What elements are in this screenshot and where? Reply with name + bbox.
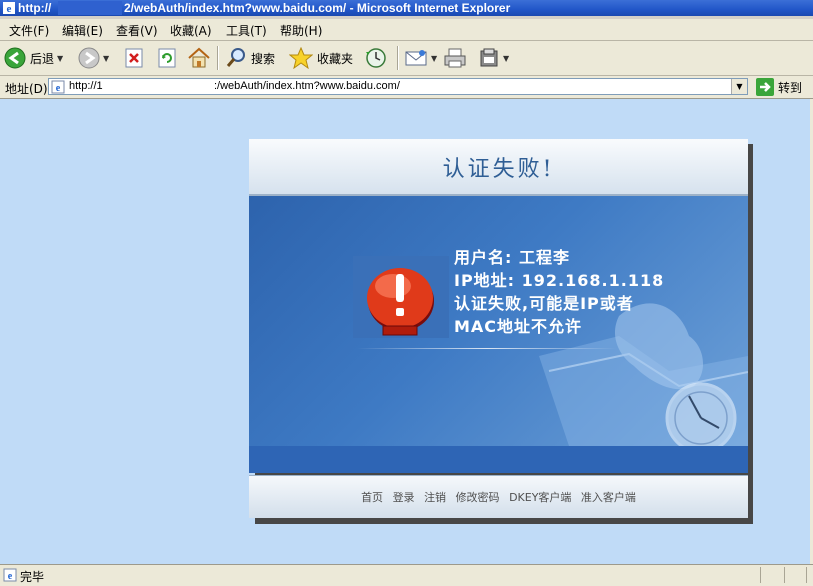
refresh-icon (158, 48, 176, 68)
username-line: 用户名: 工程李 (454, 248, 570, 267)
favorites-label: 收藏夹 (317, 51, 354, 66)
window-title-suffix: 2/webAuth/index.htm?www.baidu.com/ - Mic… (124, 1, 511, 15)
back-button[interactable]: 后退 ▼ (4, 46, 63, 70)
address-url-prefix: http://1 (69, 80, 103, 92)
toolbar: 后退 ▼ ▼ 搜索 收藏夹 ▼ ▼ (0, 41, 813, 76)
svg-text:e: e (56, 83, 61, 94)
favorites-button[interactable]: 收藏夹 (289, 46, 353, 70)
star-icon (289, 47, 313, 69)
link-logout[interactable]: 注销 (424, 491, 446, 504)
status-segment (760, 567, 761, 583)
edit-button[interactable]: ▼ (478, 46, 509, 70)
forward-button[interactable]: ▼ (78, 46, 109, 70)
auth-panel: 认证失败! 用户名: 工程李 IP地址: 192.168.1.118 认证失败,… (249, 139, 748, 519)
address-input[interactable]: e http://1 :/webAuth/index.htm?www.baidu… (48, 78, 748, 95)
mail-icon (405, 50, 427, 66)
panel-title: 认证失败! (442, 157, 555, 182)
status-bar: e 完毕 (0, 564, 813, 586)
panel-header: 认证失败! (249, 139, 748, 196)
link-access-client[interactable]: 准入客户端 (581, 491, 636, 504)
window-title-bar[interactable]: e http:// 2/webAuth/index.htm?www.baidu.… (0, 0, 813, 16)
panel-body: 用户名: 工程李 IP地址: 192.168.1.118 认证失败,可能是IP或… (249, 196, 748, 473)
svg-text:e: e (8, 571, 13, 582)
mail-dropdown-icon[interactable]: ▼ (431, 54, 437, 63)
link-home[interactable]: 首页 (361, 491, 383, 504)
history-button[interactable] (364, 46, 388, 70)
back-dropdown-icon[interactable]: ▼ (57, 54, 63, 63)
footer-links: 首页 登录 注销 修改密码 DKEY客户端 准入客户端 (249, 489, 748, 505)
menu-bar: 文件(F) 编辑(E) 查看(V) 收藏(A) 工具(T) 帮助(H) (0, 19, 813, 41)
panel-footer: 首页 登录 注销 修改密码 DKEY客户端 准入客户端 (249, 475, 748, 518)
status-segment (806, 567, 807, 583)
printer-icon (444, 48, 466, 68)
forward-dropdown-icon[interactable]: ▼ (103, 54, 109, 63)
menu-edit[interactable]: 编辑(E) (62, 22, 103, 39)
window-title-prefix: http:// (18, 1, 52, 15)
back-label: 后退 (30, 51, 55, 66)
stop-icon (125, 48, 143, 68)
edit-dropdown-icon[interactable]: ▼ (503, 54, 509, 63)
error-line-2: MAC地址不允许 (454, 317, 583, 336)
address-dropdown-icon[interactable]: ▼ (731, 79, 747, 94)
status-segment (784, 567, 785, 583)
error-line-1: 认证失败,可能是IP或者 (454, 294, 634, 313)
print-button[interactable] (442, 46, 468, 70)
search-icon (226, 48, 245, 67)
home-icon (188, 47, 210, 68)
menu-help[interactable]: 帮助(H) (280, 22, 322, 39)
menu-view[interactable]: 查看(V) (116, 22, 158, 39)
alert-icon (353, 256, 449, 338)
search-label: 搜索 (251, 51, 276, 66)
menu-favorites[interactable]: 收藏(A) (170, 22, 212, 39)
page-icon: e (51, 80, 65, 94)
page-content: 认证失败! 用户名: 工程李 IP地址: 192.168.1.118 认证失败,… (0, 99, 810, 564)
auth-info: 用户名: 工程李 IP地址: 192.168.1.118 认证失败,可能是IP或… (454, 246, 664, 338)
link-change-password[interactable]: 修改密码 (456, 491, 500, 504)
mail-button[interactable]: ▼ (404, 46, 437, 70)
forward-arrow-icon (78, 47, 100, 69)
home-button[interactable] (187, 46, 211, 70)
history-icon (366, 48, 386, 68)
address-bar: 地址(D) e http://1 :/webAuth/index.htm?www… (0, 76, 813, 99)
link-dkey-client[interactable]: DKEY客户端 (509, 491, 571, 504)
edit-page-icon (480, 48, 498, 67)
toolbar-separator (217, 46, 218, 70)
internet-explorer-icon: e (3, 2, 15, 15)
go-arrow-icon (756, 78, 774, 96)
search-button[interactable]: 搜索 (225, 46, 275, 70)
page-status-icon: e (3, 568, 17, 582)
panel-band (249, 446, 748, 473)
redacted-host (58, 1, 122, 15)
address-url-suffix: :/webAuth/index.htm?www.baidu.com/ (214, 80, 400, 92)
address-label: 地址(D) (5, 82, 48, 96)
stop-button[interactable] (124, 46, 144, 70)
ip-line: IP地址: 192.168.1.118 (454, 271, 665, 290)
go-label: 转到 (778, 80, 803, 95)
link-login[interactable]: 登录 (393, 491, 415, 504)
divider-line (357, 348, 617, 349)
svg-text:e: e (7, 3, 12, 15)
toolbar-separator (397, 46, 398, 70)
status-text: 完毕 (20, 570, 45, 584)
menu-tools[interactable]: 工具(T) (226, 22, 267, 39)
menu-file[interactable]: 文件(F) (9, 22, 49, 39)
go-button[interactable]: 转到 (756, 78, 802, 96)
back-arrow-icon (4, 47, 26, 69)
refresh-button[interactable] (157, 46, 177, 70)
